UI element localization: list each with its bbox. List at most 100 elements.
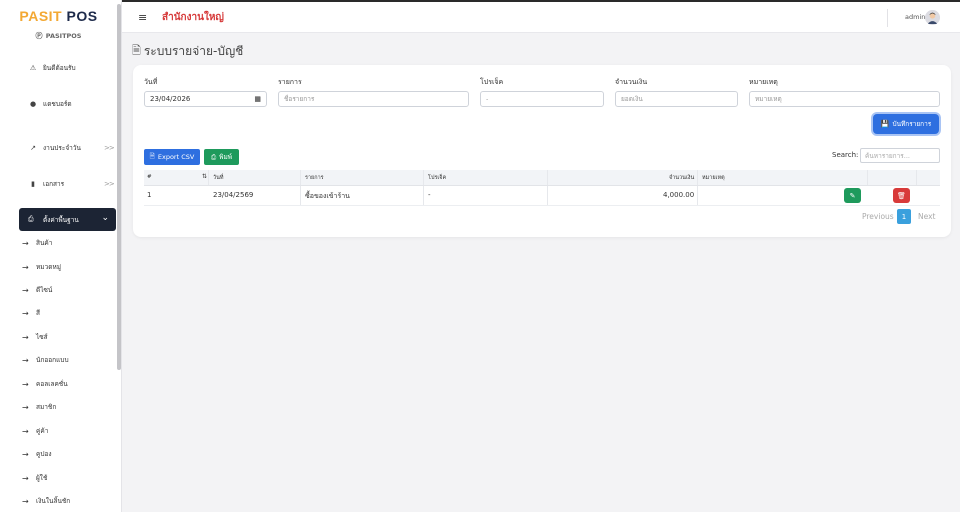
item-label: รายการ	[278, 78, 302, 86]
item-input[interactable]: ชื่อรายการ	[278, 91, 469, 107]
sidebar-item-settings[interactable]: ⎙ ตั้งค่าพื้นฐาน ⌄	[19, 208, 116, 231]
amount-label: จำนวนเงิน	[615, 78, 648, 86]
column-divider	[697, 186, 698, 205]
note-label: หมายเหตุ	[749, 78, 778, 86]
column-divider	[867, 170, 868, 185]
document-icon: ▮	[31, 180, 35, 188]
copyright-icon: Ⓟ	[35, 32, 43, 40]
col-header-project[interactable]: โปรเจ็ค	[428, 174, 446, 182]
cell-date: 23/04/2569	[213, 191, 254, 199]
arrow-right-icon: →	[22, 402, 29, 412]
sidebar: PASIT POS Ⓟ PASITPOS ⚠ ยินดีต้อนรับ ● แด…	[0, 0, 122, 512]
arrow-right-icon: →	[22, 496, 29, 506]
pagination-previous[interactable]: Previous	[862, 212, 894, 221]
topbar: ≡ สำนักงานใหญ่ admin	[122, 0, 960, 33]
edit-button[interactable]: ✎	[844, 188, 861, 203]
sidebar-subitem-members[interactable]: → สมาชิก	[22, 402, 56, 412]
sidebar-scrollbar[interactable]	[117, 4, 121, 370]
trend-icon: ↗	[30, 144, 36, 152]
project-select[interactable]: -	[480, 91, 604, 107]
warning-icon: ⚠	[29, 64, 37, 72]
chevron-right-icon: >>	[104, 144, 115, 152]
chevron-right-icon: >>	[104, 180, 115, 188]
invoice-icon: 🗎	[132, 44, 141, 57]
arrow-right-icon: →	[22, 355, 29, 365]
export-csv-button[interactable]: 🗎 Export CSV	[144, 149, 200, 165]
sidebar-subitem-categories[interactable]: → หมวดหมู่	[22, 262, 61, 272]
cell-amount: 4,000.00	[663, 191, 695, 199]
column-divider	[547, 186, 548, 205]
sidebar-subitem-partners[interactable]: → คู่ค้า	[22, 426, 48, 436]
cell-project: -	[428, 191, 431, 199]
sidebar-subitem-coupons[interactable]: → คูปอง	[22, 449, 52, 459]
chevron-down-icon: ⌄	[101, 213, 109, 223]
arrow-right-icon: →	[22, 262, 29, 272]
printer-icon: ⎙	[210, 152, 217, 161]
amount-input[interactable]: ยอดเงิน	[615, 91, 738, 107]
printer-icon: ⎙	[28, 215, 34, 223]
pagination-next[interactable]: Next	[918, 212, 935, 221]
sidebar-subitem-cash-drawer[interactable]: → เงินในลิ้นชัก	[22, 496, 70, 506]
expense-card: วันที่ 23/04/2026 ▦ รายการ ชื่อรายการ โป…	[133, 65, 951, 237]
avatar[interactable]	[925, 10, 940, 25]
arrow-right-icon: →	[22, 449, 29, 459]
sidebar-subitem-collections[interactable]: → คอลเลคชั่น	[22, 379, 68, 389]
file-csv-icon: 🗎	[149, 151, 155, 160]
sort-icon[interactable]: ⇅	[202, 173, 207, 180]
delete-button[interactable]: 🗑	[893, 188, 910, 203]
table-header: # ⇅ วันที่ รายการ โปรเจ็ค จำนวนเงิน หมาย…	[144, 170, 940, 186]
sidebar-subitem-designs[interactable]: → ดีไซน์	[22, 285, 52, 295]
column-divider	[300, 186, 301, 205]
arrow-right-icon: →	[22, 308, 29, 318]
expense-table: # ⇅ วันที่ รายการ โปรเจ็ค จำนวนเงิน หมาย…	[144, 170, 940, 206]
date-field[interactable]: 23/04/2026 ▦	[144, 91, 267, 107]
column-divider	[423, 170, 424, 185]
column-divider	[916, 170, 917, 185]
column-divider	[300, 170, 301, 185]
column-divider	[697, 170, 698, 185]
sidebar-item-daily[interactable]: ↗ งานประจำวัน >>	[28, 143, 115, 153]
calendar-icon[interactable]: ▦	[254, 95, 261, 103]
page-title: 🗎 ระบบรายจ่าย-บัญชี	[132, 42, 243, 61]
menu-icon[interactable]: ≡	[138, 11, 147, 24]
arrow-right-icon: →	[22, 426, 29, 436]
search-label: Search:	[832, 151, 859, 159]
sub-brand: Ⓟ PASITPOS	[35, 32, 82, 40]
print-button[interactable]: ⎙ พิมพ์	[204, 149, 239, 165]
sidebar-subitem-designers[interactable]: → นักออกแบบ	[22, 355, 69, 365]
sidebar-item-welcome[interactable]: ⚠ ยินดีต้อนรับ	[28, 63, 76, 73]
arrow-right-icon: →	[22, 379, 29, 389]
note-input[interactable]: หมายเหตุ	[749, 91, 940, 107]
user-avatar-icon	[925, 10, 940, 25]
sidebar-item-documents[interactable]: ▮ เอกสาร >>	[28, 179, 115, 189]
cell-no: 1	[147, 191, 152, 199]
info-circle-icon: ●	[29, 100, 37, 108]
date-label: วันที่	[144, 78, 158, 86]
sidebar-subitem-products[interactable]: → สินค้า	[22, 238, 52, 248]
arrow-right-icon: →	[22, 473, 29, 483]
col-header-no[interactable]: #	[147, 174, 152, 180]
col-header-note[interactable]: หมายเหตุ	[702, 174, 725, 182]
col-header-date[interactable]: วันที่	[213, 174, 223, 182]
user-name[interactable]: admin	[905, 13, 925, 21]
save-button[interactable]: 💾 บันทึกรายการ	[873, 114, 939, 134]
pagination-page-1[interactable]: 1	[897, 209, 911, 224]
sidebar-subitem-sizes[interactable]: → ไซส์	[22, 332, 48, 342]
table-row: 1 23/04/2569 ซื้อของเข้าร้าน - 4,000.00 …	[144, 186, 940, 206]
arrow-right-icon: →	[22, 332, 29, 342]
arrow-right-icon: →	[22, 238, 29, 248]
col-header-item[interactable]: รายการ	[305, 174, 324, 182]
branch-name[interactable]: สำนักงานใหญ่	[162, 10, 224, 25]
sidebar-subitem-colors[interactable]: → สี	[22, 308, 40, 318]
pencil-icon: ✎	[849, 191, 856, 200]
app-logo[interactable]: PASIT POS	[0, 8, 117, 24]
sidebar-subitem-users[interactable]: → ผู้ใช้	[22, 473, 47, 483]
project-label: โปรเจ็ค	[480, 78, 504, 86]
column-divider	[208, 170, 209, 185]
search-input[interactable]: ค้นหารายการ...	[860, 148, 940, 163]
cell-item: ซื้อของเข้าร้าน	[305, 192, 350, 200]
col-header-amount[interactable]: จำนวนเงิน	[669, 174, 694, 182]
sidebar-item-dashboard[interactable]: ● แดชบอร์ด	[28, 99, 72, 109]
topbar-divider	[887, 9, 888, 27]
save-icon: 💾	[880, 120, 890, 128]
